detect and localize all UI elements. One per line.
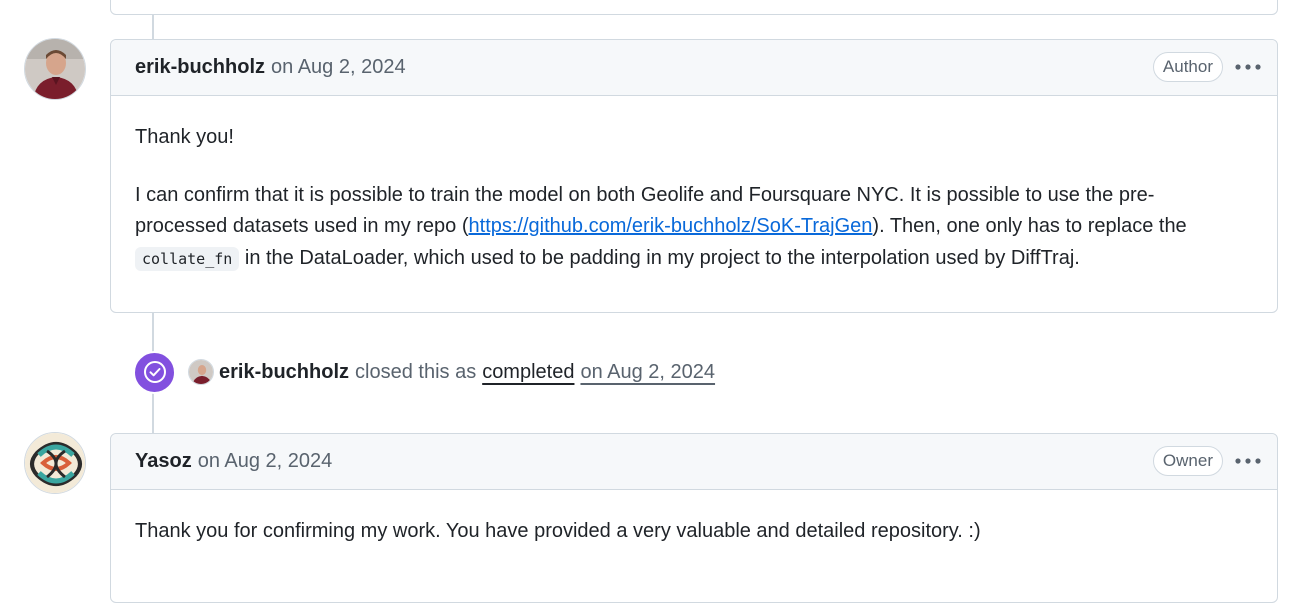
comment-date[interactable]: on Aug 2, 2024 xyxy=(271,56,406,79)
repo-link[interactable]: https://github.com/erik-buchholz/SoK-Tra… xyxy=(469,215,873,237)
comment-text: processed datasets used in my repo ( xyxy=(135,215,469,237)
comment-date[interactable]: on Aug 2, 2024 xyxy=(198,450,333,473)
comment-header: Yasoz on Aug 2, 2024 Owner xyxy=(111,434,1277,490)
kebab-menu-icon[interactable] xyxy=(1233,54,1263,80)
comment-body: Thank you for confirming my work. You ha… xyxy=(111,490,1277,548)
comment-body: Thank you! I can confirm that it is poss… xyxy=(111,96,1277,275)
comment-text: ). Then, one only has to replace the xyxy=(872,215,1187,237)
event-date-link[interactable]: on Aug 2, 2024 xyxy=(580,361,715,384)
event-state-link[interactable]: completed xyxy=(482,361,574,384)
comment-author-link[interactable]: erik-buchholz xyxy=(135,56,265,79)
event-actor-link[interactable]: erik-buchholz xyxy=(219,361,349,384)
comment-text: I can confirm that it is possible to tra… xyxy=(135,183,1155,206)
avatar-image-erik xyxy=(25,39,85,99)
event-text: closed this as xyxy=(355,360,477,383)
previous-comment-card xyxy=(110,0,1278,15)
comment-card: erik-buchholz on Aug 2, 2024 Author Than… xyxy=(110,39,1278,313)
check-circle-icon xyxy=(133,350,176,394)
inline-code: collate_fn xyxy=(135,246,240,271)
comment-author-link[interactable]: Yasoz xyxy=(135,450,192,473)
comment-header: erik-buchholz on Aug 2, 2024 Author xyxy=(111,40,1277,96)
comment-paragraph: I can confirm that it is possible to tra… xyxy=(135,180,1253,276)
avatar-image-yasoz xyxy=(25,433,85,493)
comment-text: in the DataLoader, which used to be padd… xyxy=(239,246,1080,269)
comment-card: Yasoz on Aug 2, 2024 Owner Thank you for… xyxy=(110,433,1278,603)
kebab-menu-icon[interactable] xyxy=(1233,448,1263,474)
comment-paragraph: Thank you! xyxy=(135,126,234,148)
author-badge: Author xyxy=(1152,52,1223,82)
actor-avatar[interactable] xyxy=(188,359,214,385)
timeline-event-closed: erik-buchholz closed this as completed o… xyxy=(133,350,715,394)
avatar[interactable] xyxy=(24,432,86,494)
comment-paragraph: Thank you for confirming my work. You ha… xyxy=(135,520,981,542)
avatar[interactable] xyxy=(24,38,86,100)
owner-badge: Owner xyxy=(1152,446,1223,476)
